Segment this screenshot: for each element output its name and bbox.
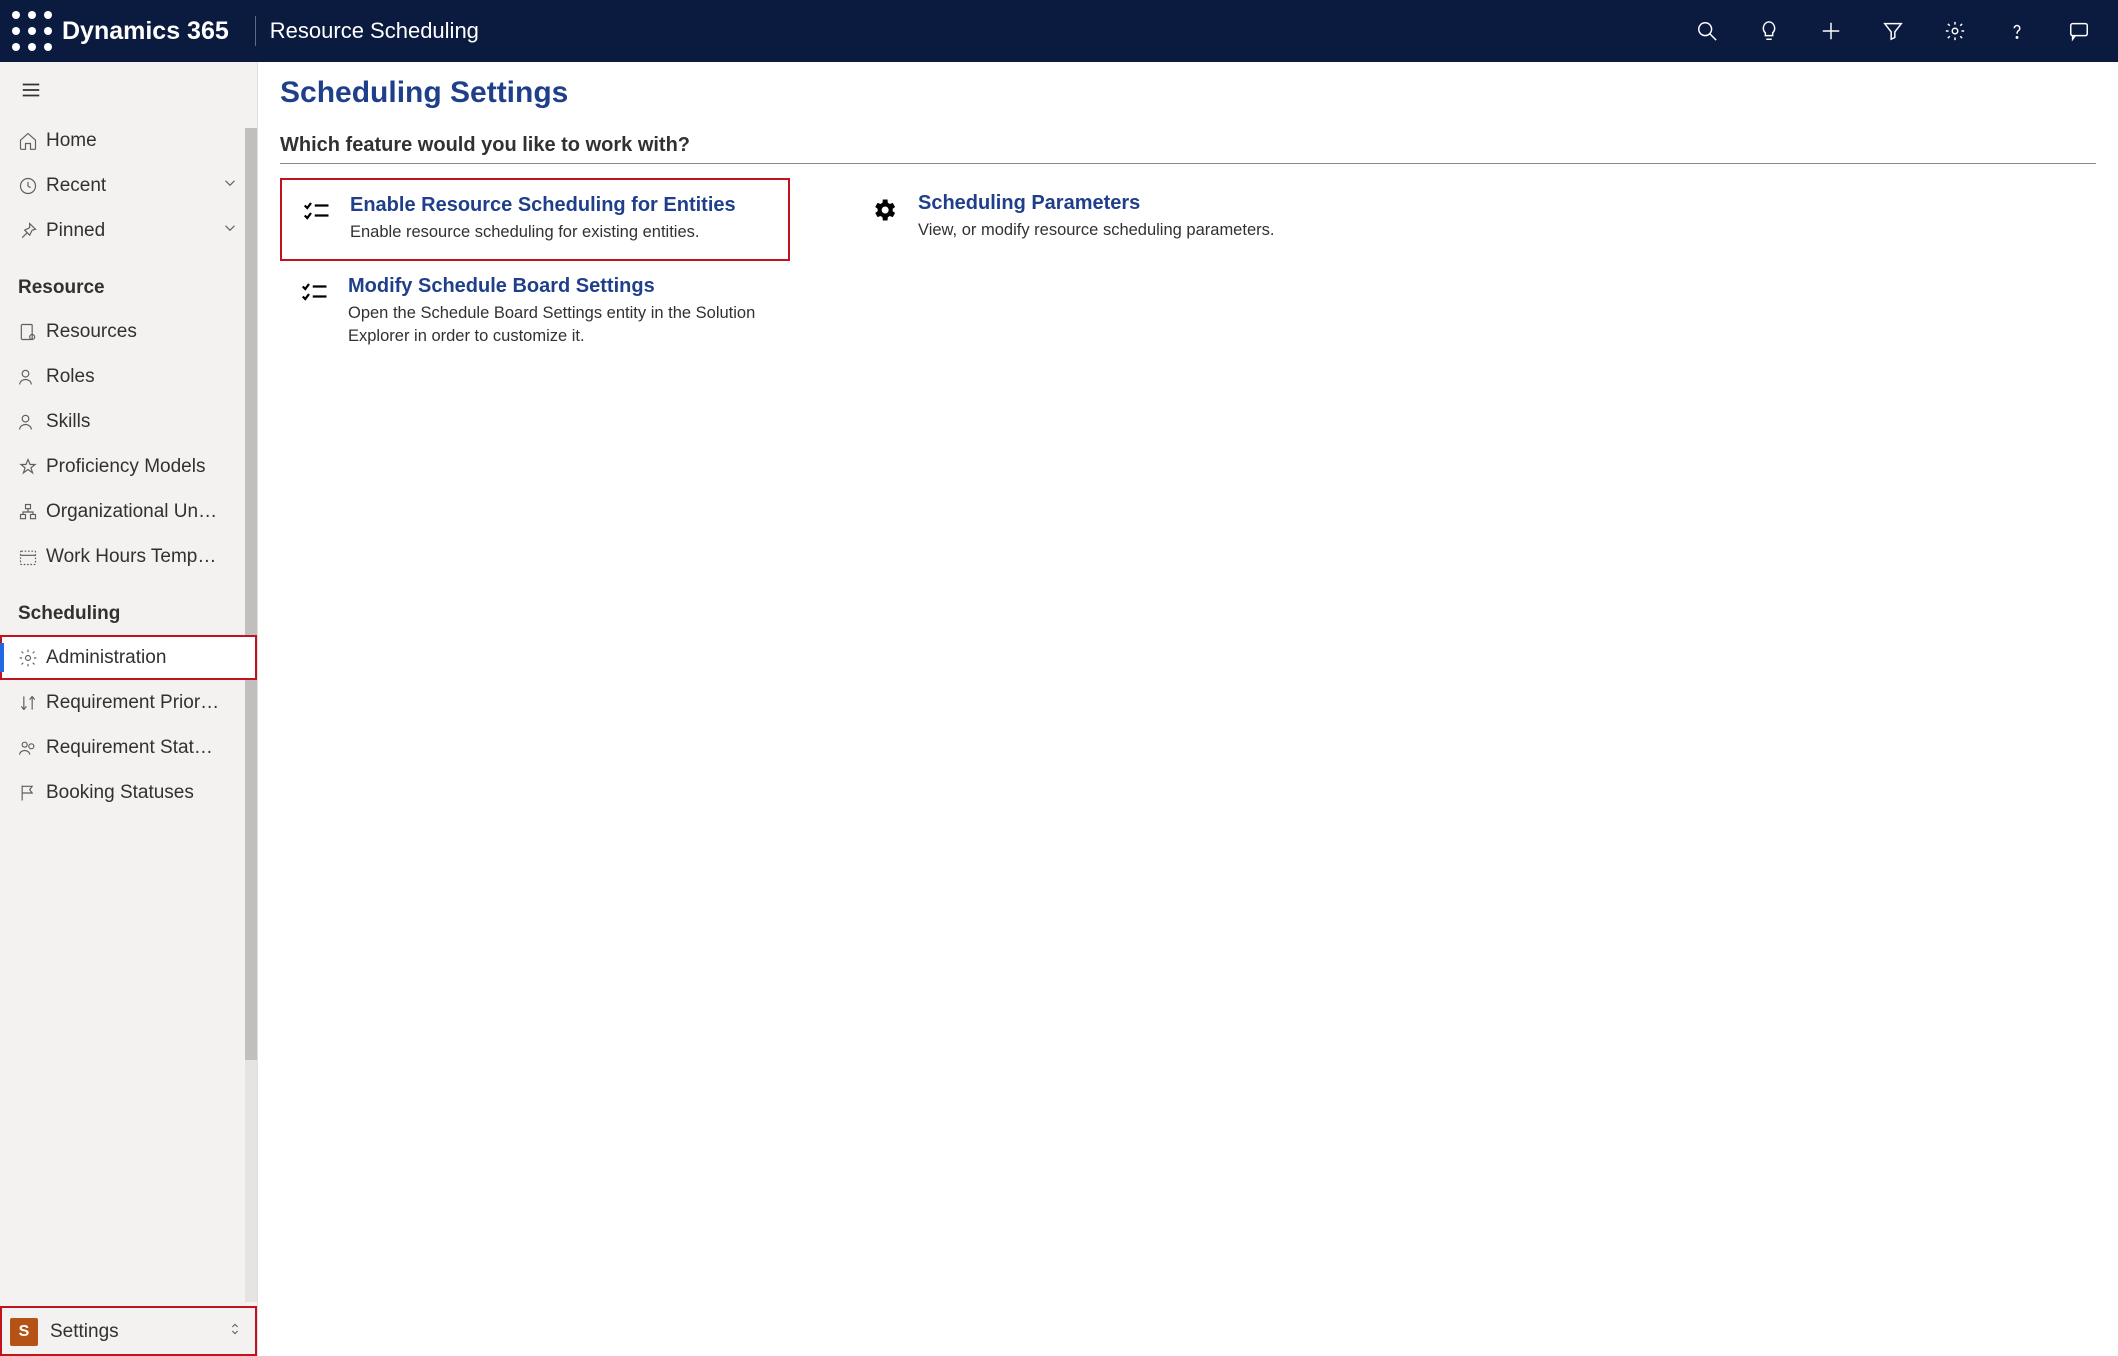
area-badge: S	[10, 1318, 38, 1346]
settings-icon[interactable]	[1924, 0, 1986, 62]
app-subtitle[interactable]: Resource Scheduling	[270, 18, 479, 44]
sidebar: Home Recent Pinned	[0, 62, 258, 1356]
clock-icon	[18, 176, 46, 196]
filter-icon[interactable]	[1862, 0, 1924, 62]
nav-label: Requirement Prior…	[46, 692, 219, 714]
nav-label: Administration	[46, 647, 166, 669]
calendar-icon	[18, 547, 46, 567]
star-icon	[18, 457, 46, 477]
tile-desc: Enable resource scheduling for existing …	[350, 221, 736, 243]
nav-booking-statuses[interactable]: Booking Statuses	[0, 770, 257, 815]
org-icon	[18, 502, 46, 522]
app-launcher-icon[interactable]	[8, 7, 56, 55]
tile-title: Enable Resource Scheduling for Entities	[350, 194, 736, 217]
nav-org-units[interactable]: Organizational Un…	[0, 489, 257, 534]
nav-req-priorities[interactable]: Requirement Prior…	[0, 680, 257, 725]
nav-label: Recent	[46, 175, 106, 197]
main-content: Scheduling Settings Which feature would …	[258, 62, 2118, 1356]
nav-recent[interactable]: Recent	[0, 163, 257, 208]
nav-label: Booking Statuses	[46, 782, 194, 804]
pin-icon	[18, 221, 46, 241]
updown-icon	[227, 1318, 243, 1345]
nav-label: Pinned	[46, 220, 105, 242]
nav-req-statuses[interactable]: Requirement Stat…	[0, 725, 257, 770]
checklist-icon	[296, 194, 336, 243]
group-header-resource: Resource	[0, 253, 257, 309]
tile-enable-rs-entities[interactable]: Enable Resource Scheduling for Entities …	[280, 178, 790, 261]
person-icon	[18, 367, 46, 387]
nav-label: Skills	[46, 411, 90, 433]
search-icon[interactable]	[1676, 0, 1738, 62]
tile-scheduling-parameters[interactable]: Scheduling Parameters View, or modify re…	[850, 178, 1360, 261]
scrollbar-thumb[interactable]	[245, 128, 257, 1060]
tile-grid: Enable Resource Scheduling for Entities …	[280, 178, 1360, 363]
nav-label: Resources	[46, 321, 137, 343]
resource-icon	[18, 322, 46, 342]
nav-work-hours[interactable]: Work Hours Temp…	[0, 534, 257, 579]
nav-label: Roles	[46, 366, 95, 388]
nav-roles[interactable]: Roles	[0, 354, 257, 399]
idea-icon[interactable]	[1738, 0, 1800, 62]
person-icon	[18, 412, 46, 432]
nav-resources[interactable]: Resources	[0, 309, 257, 354]
tile-title: Modify Schedule Board Settings	[348, 275, 768, 298]
tile-title: Scheduling Parameters	[918, 192, 1274, 215]
people-icon	[18, 738, 46, 758]
tile-modify-schedule-board[interactable]: Modify Schedule Board Settings Open the …	[280, 261, 790, 363]
area-label: Settings	[50, 1321, 119, 1343]
flag-icon	[18, 783, 46, 803]
nav-label: Organizational Un…	[46, 501, 217, 523]
group-header-scheduling: Scheduling	[0, 579, 257, 635]
nav-label: Work Hours Temp…	[46, 546, 216, 568]
chevron-down-icon	[221, 174, 239, 198]
gear-icon	[18, 648, 46, 668]
add-icon[interactable]	[1800, 0, 1862, 62]
home-icon	[18, 131, 46, 151]
gear-icon	[864, 192, 904, 245]
top-actions	[1676, 0, 2110, 62]
assistant-icon[interactable]	[2048, 0, 2110, 62]
area-switcher[interactable]: S Settings	[0, 1306, 257, 1356]
help-icon[interactable]	[1986, 0, 2048, 62]
checklist-icon	[294, 275, 334, 347]
nav-skills[interactable]: Skills	[0, 399, 257, 444]
tile-desc: Open the Schedule Board Settings entity …	[348, 302, 768, 347]
nav-label: Requirement Stat…	[46, 737, 213, 759]
sidebar-toggle-icon[interactable]	[0, 62, 257, 118]
nav-pinned[interactable]: Pinned	[0, 208, 257, 253]
top-bar: Dynamics 365 Resource Scheduling	[0, 0, 2118, 62]
divider	[255, 16, 256, 46]
sort-icon	[18, 693, 46, 713]
page-title: Scheduling Settings	[280, 76, 2096, 110]
nav-label: Proficiency Models	[46, 456, 205, 478]
nav-administration[interactable]: Administration	[0, 635, 257, 680]
tile-desc: View, or modify resource scheduling para…	[918, 219, 1274, 241]
section-prompt: Which feature would you like to work wit…	[280, 134, 2096, 164]
nav-home[interactable]: Home	[0, 118, 257, 163]
nav-label: Home	[46, 130, 97, 152]
brand-label[interactable]: Dynamics 365	[56, 17, 249, 46]
chevron-down-icon	[221, 219, 239, 243]
nav-proficiency[interactable]: Proficiency Models	[0, 444, 257, 489]
